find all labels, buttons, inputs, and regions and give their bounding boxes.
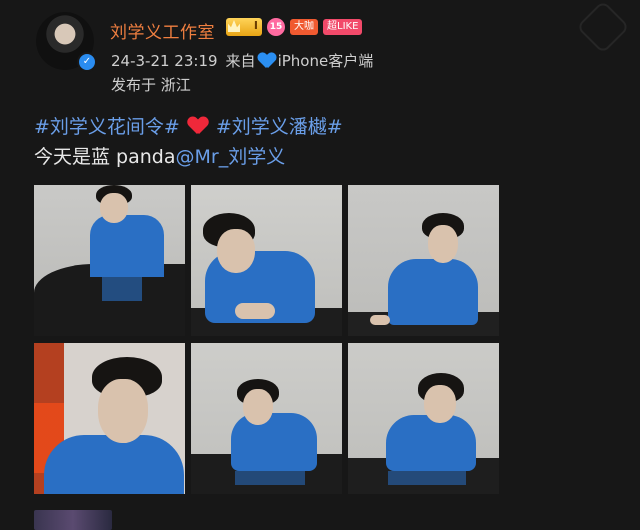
blue-heart-icon [258,53,276,69]
fans-level-badge[interactable]: 15 [267,18,285,36]
v-badge[interactable]: 大咖 [290,19,318,35]
member-level-badge[interactable]: I [226,18,262,36]
post-meta: 24-3-21 23:19 来自 iPhone客户端 [111,50,373,71]
like-badge[interactable]: 超LIKE [323,19,363,35]
post-location: 发布于 浙江 [111,76,191,94]
user-badges: I 15 大咖 超LIKE [226,18,363,36]
post-body: 今天是蓝 panda [34,146,176,168]
post-text: 今天是蓝 panda@Mr_刘学义 [34,142,285,169]
verified-icon: ✓ [77,52,97,72]
source-prefix: 来自 [225,52,256,70]
post-hashtags: #刘学义花间令# #刘学义潘樾# [34,112,343,139]
photo-thumbnail[interactable] [348,343,499,494]
photo-thumbnail[interactable] [348,185,499,336]
member-level-text: I [253,19,258,32]
photo-thumbnail[interactable] [191,185,342,336]
post-timestamp[interactable]: 24-3-21 23:19 [111,52,218,70]
photo-grid [34,185,500,495]
watermark-logo-icon [576,0,630,54]
photo-thumbnail[interactable] [34,343,185,494]
next-post-thumbnail[interactable] [34,510,112,530]
author-name[interactable]: 刘学义工作室 [110,18,215,43]
hashtag-link[interactable]: #刘学义潘樾# [216,112,343,139]
crown-icon [228,20,240,32]
photo-thumbnail[interactable] [191,343,342,494]
photo-thumbnail[interactable] [34,185,185,336]
red-heart-icon [188,117,208,135]
hashtag-link[interactable]: #刘学义花间令# [34,112,180,139]
mention-link[interactable]: @Mr_刘学义 [176,146,286,168]
source-device[interactable]: iPhone客户端 [278,50,374,71]
